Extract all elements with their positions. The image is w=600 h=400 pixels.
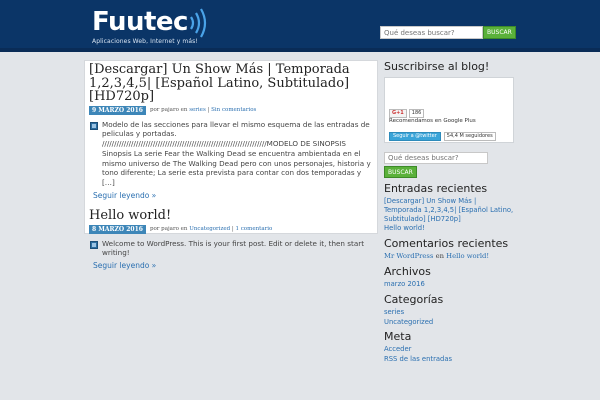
sidebar-search-input[interactable] [384,152,488,164]
rss-entries-link[interactable]: RSS de las entradas [384,355,452,363]
meta-widget: Meta Acceder RSS de las entradas [384,330,514,364]
comment-post-link[interactable]: Hello world! [446,252,489,260]
post-comments-link[interactable]: 1 comentario [235,226,272,232]
post-title-link[interactable]: [Descargar] Un Show Más | Temporada 1,2,… [89,62,350,104]
post-body: Modelo de las secciones para llevar el m… [89,120,373,189]
post-entry: [Descargar] Un Show Más | Temporada 1,2,… [85,61,377,200]
sidebar-search-form: BUSCAR [384,152,514,178]
post-author-link[interactable]: pajaro [161,107,179,113]
recent-post-link[interactable]: [Descargar] Un Show Más | Temporada 1,2,… [384,197,513,223]
list-item: series [384,308,514,317]
post-excerpt: Welcome to WordPress. This is your first… [102,238,365,258]
gplus-button[interactable]: G+1 [389,109,407,118]
twitter-follow-button[interactable]: Seguir a @twitter [389,132,441,141]
post-date-badge: 9 MARZO 2016 [89,105,146,115]
archives-widget: Archivos marzo 2016 [384,265,514,289]
twitter-follower-count: 54,4 M seguidores [443,132,496,141]
post-meta-separator: | [207,107,210,113]
subscribe-title: Suscribirse al blog! [384,60,490,73]
post-meta: 9 MARZO 2016 por pajaro en series | Sin … [89,105,373,115]
archives-title: Archivos [384,264,431,278]
post-by: por [149,226,160,233]
header-search-input[interactable] [380,26,483,39]
post-category-link[interactable]: Uncategorized [189,226,230,232]
post-comments-link[interactable]: Sin comentarios [211,107,256,113]
main-content: [Descargar] Un Show Más | Temporada 1,2,… [84,60,378,270]
post-meta-separator: | [231,226,234,233]
categories-title: Categorías [384,292,444,306]
social-box: G+1 186 Recomendamos en Google Plus Segu… [384,77,514,143]
comment-author-link[interactable]: Mr WordPress [384,252,433,260]
list-item: RSS de las entradas [384,355,514,364]
header-search-button[interactable]: BUSCAR [483,26,516,39]
list-item: Acceder [384,345,514,354]
post-in: en [180,226,188,233]
post-category-link[interactable]: series [189,107,206,113]
login-link[interactable]: Acceder [384,345,411,353]
list-item: Hello world! [384,224,514,233]
category-link[interactable]: Uncategorized [384,318,433,326]
page-thumbnail-icon [90,240,98,249]
gplus-text: Recomendamos en Google Plus [389,118,476,124]
post-title[interactable]: [Descargar] Un Show Más | Temporada 1,2,… [89,63,373,104]
post-excerpt: Modelo de las secciones para llevar el m… [102,119,371,188]
site-logo[interactable]: Fuutec Aplicaciones Web, Internet y más! [92,7,207,45]
read-more-link[interactable]: Seguir leyendo » [93,261,373,270]
post-in: en [180,107,188,113]
page-thumbnail-icon [90,121,98,130]
recent-posts-title: Entradas recientes [384,182,488,195]
sidebar: Suscribirse al blog! G+1 186 Recomendamo… [384,60,514,365]
meta-title: Meta [384,330,412,344]
comment-on-text: en [435,252,444,261]
post-by: por [149,107,160,113]
post-title[interactable]: Hello world! [89,209,373,223]
sound-waves-icon [190,8,207,38]
post-date-badge: 8 MARZO 2016 [89,224,146,234]
sidebar-search-button[interactable]: BUSCAR [384,166,417,178]
list-item: marzo 2016 [384,280,514,289]
site-tagline: Aplicaciones Web, Internet y más! [92,38,198,45]
post-entry: Hello world! 8 MARZO 2016 por pajaro en … [85,207,377,270]
post-meta: 8 MARZO 2016 por pajaro en Uncategorized… [89,224,373,234]
list-item: [Descargar] Un Show Más | Temporada 1,2,… [384,197,514,223]
recent-posts-widget: Entradas recientes [Descargar] Un Show M… [384,182,514,233]
list-item: Uncategorized [384,318,514,327]
post-body: Welcome to WordPress. This is your first… [89,239,373,259]
archive-link[interactable]: marzo 2016 [384,280,425,288]
read-more-link[interactable]: Seguir leyendo » [93,191,373,200]
gplus-widget: G+1 186 [389,109,425,118]
recent-comments-title: Comentarios recientes [384,237,509,251]
logo-text: Fuutec [92,7,188,37]
header-search-form: BUSCAR [380,26,516,39]
post-author-link[interactable]: pajaro [161,226,179,232]
site-header: Fuutec Aplicaciones Web, Internet y más!… [0,0,600,52]
recent-post-link[interactable]: Hello world! [384,224,425,232]
list-item: Mr WordPress en Hello world! [384,252,514,261]
recent-comments-widget: Comentarios recientes Mr WordPress en He… [384,237,514,261]
gplus-count: 186 [408,109,425,118]
twitter-widget: Seguir a @twitter 54,4 M seguidores [389,132,496,141]
categories-widget: Categorías series Uncategorized [384,293,514,327]
category-link[interactable]: series [384,308,404,316]
post-title-link[interactable]: Hello world! [89,208,171,223]
